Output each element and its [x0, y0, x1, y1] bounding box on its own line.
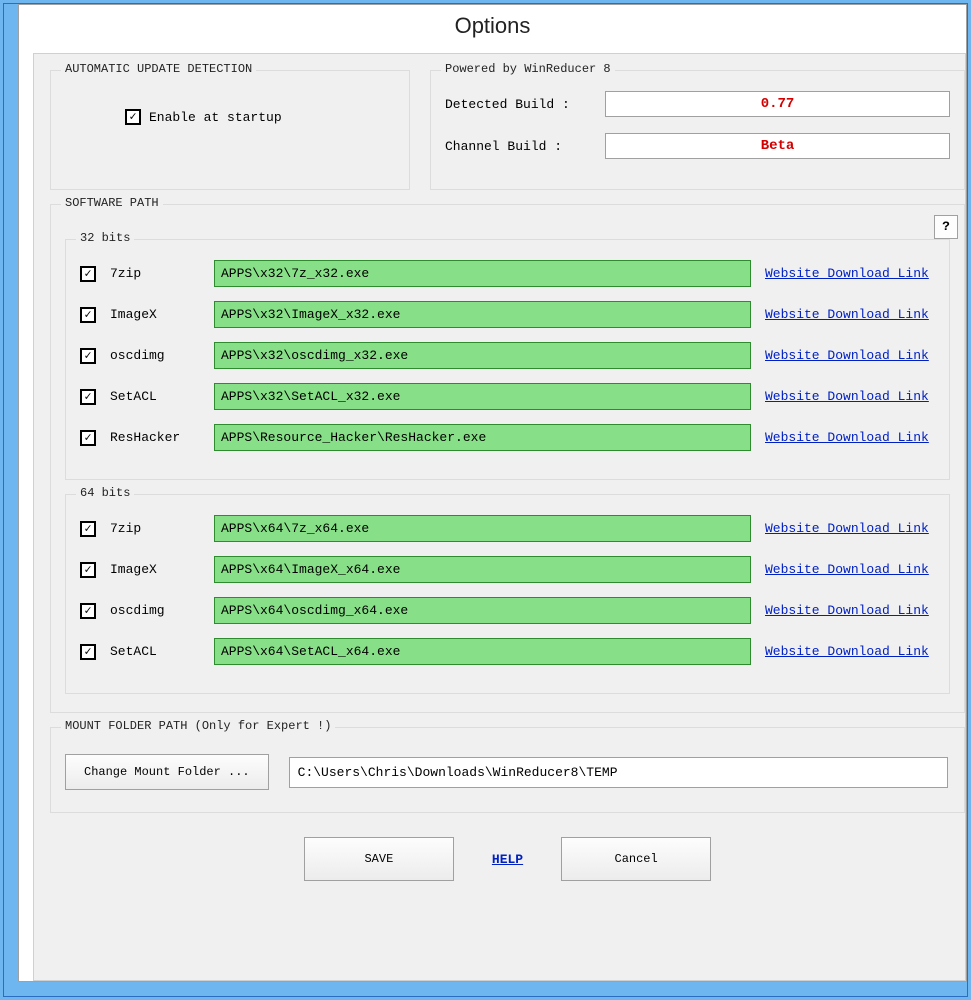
bits64-label: oscdimg	[110, 603, 200, 618]
software-path-group: SOFTWARE PATH ? 32 bits ✓7zipAPPS\x32\7z…	[50, 204, 965, 713]
change-mount-folder-button[interactable]: Change Mount Folder ...	[65, 754, 269, 790]
bits32-checkbox[interactable]: ✓	[80, 307, 96, 323]
bits32-path-input[interactable]: APPS\Resource_Hacker\ResHacker.exe	[214, 424, 751, 451]
dialog-buttons: SAVE HELP Cancel	[50, 837, 965, 881]
cancel-button[interactable]: Cancel	[561, 837, 711, 881]
download-link[interactable]: Website Download Link	[765, 603, 935, 618]
auto-update-group: AUTOMATIC UPDATE DETECTION ✓ Enable at s…	[50, 70, 410, 190]
window-frame: Options AUTOMATIC UPDATE DETECTION ✓ Ena…	[3, 3, 968, 997]
bits64-group: 64 bits ✓7zipAPPS\x64\7z_x64.exeWebsite …	[65, 494, 950, 694]
detected-build-value: 0.77	[605, 91, 950, 117]
bits64-checkbox[interactable]: ✓	[80, 644, 96, 660]
mount-folder-path[interactable]: C:\Users\Chris\Downloads\WinReducer8\TEM…	[289, 757, 948, 788]
download-link[interactable]: Website Download Link	[765, 521, 935, 536]
software-path-legend: SOFTWARE PATH	[61, 196, 163, 210]
bits32-row: ✓ 7zip APPS\x32\7z_x32.exe Website Download…	[80, 260, 935, 287]
bits32-label: oscdimg	[110, 348, 200, 363]
bits32-checkbox[interactable]: ✓	[80, 389, 96, 405]
client-area: Options AUTOMATIC UPDATE DETECTION ✓ Ena…	[18, 4, 967, 982]
options-panel: AUTOMATIC UPDATE DETECTION ✓ Enable at s…	[33, 53, 966, 981]
bits64-path-input[interactable]: APPS\x64\SetACL_x64.exe	[214, 638, 751, 665]
download-link[interactable]: Website Download Link	[765, 562, 935, 577]
bits32-row: ✓ oscdimg APPS\x32\oscdimg_x32.exe Website …	[80, 342, 935, 369]
bits64-label: ImageX	[110, 562, 200, 577]
bits32-label: ResHacker	[110, 430, 200, 445]
bits32-row: ✓ SetACL APPS\x32\SetACL_x32.exe Website Do…	[80, 383, 935, 410]
help-link[interactable]: HELP	[484, 852, 531, 867]
bits64-row: ✓ oscdimg APPS\x64\oscdimg_x64.exe Website …	[80, 597, 935, 624]
bits32-checkbox[interactable]: ✓	[80, 430, 96, 446]
bits32-label: 7zip	[110, 266, 200, 281]
bits32-path-input[interactable]: APPS\x32\ImageX_x32.exe	[214, 301, 751, 328]
download-link[interactable]: Website Download Link	[765, 307, 935, 322]
page-title: Options	[19, 5, 966, 45]
powered-legend: Powered by WinReducer 8	[441, 62, 615, 76]
mount-folder-legend: MOUNT FOLDER PATH (Only for Expert !)	[61, 719, 335, 733]
detected-build-label: Detected Build :	[445, 97, 605, 112]
download-link[interactable]: Website Download Link	[765, 266, 935, 281]
download-link[interactable]: Website Download Link	[765, 430, 935, 445]
bits32-path-input[interactable]: APPS\x32\oscdimg_x32.exe	[214, 342, 751, 369]
bits32-path-input[interactable]: APPS\x32\7z_x32.exe	[214, 260, 751, 287]
bits32-legend: 32 bits	[76, 231, 134, 245]
bits32-row: ✓ ImageX APPS\x32\ImageX_x32.exe Website Do…	[80, 301, 935, 328]
save-button[interactable]: SAVE	[304, 837, 454, 881]
bits64-path-input[interactable]: APPS\x64\7z_x64.exe	[214, 515, 751, 542]
bits64-path-input[interactable]: APPS\x64\oscdimg_x64.exe	[214, 597, 751, 624]
bits64-path-input[interactable]: APPS\x64\ImageX_x64.exe	[214, 556, 751, 583]
mount-folder-group: MOUNT FOLDER PATH (Only for Expert !) Ch…	[50, 727, 965, 813]
download-link[interactable]: Website Download Link	[765, 644, 935, 659]
channel-build-value: Beta	[605, 133, 950, 159]
bits64-checkbox[interactable]: ✓	[80, 603, 96, 619]
help-button[interactable]: ?	[934, 215, 958, 239]
download-link[interactable]: Website Download Link	[765, 389, 935, 404]
bits64-row: ✓ ImageX APPS\x64\ImageX_x64.exe Website Do…	[80, 556, 935, 583]
bits32-checkbox[interactable]: ✓	[80, 348, 96, 364]
bits64-checkbox[interactable]: ✓	[80, 562, 96, 578]
enable-startup-checkbox[interactable]: ✓	[125, 109, 141, 125]
bits64-checkbox[interactable]: ✓	[80, 521, 96, 537]
bits32-label: SetACL	[110, 389, 200, 404]
bits64-label: 7zip	[110, 521, 200, 536]
bits32-group: 32 bits ✓7zipAPPS\x32\7z_x32.exeWebsite …	[65, 239, 950, 480]
download-link[interactable]: Website Download Link	[765, 348, 935, 363]
bits32-path-input[interactable]: APPS\x32\SetACL_x32.exe	[214, 383, 751, 410]
bits32-label: ImageX	[110, 307, 200, 322]
bits32-checkbox[interactable]: ✓	[80, 266, 96, 282]
bits64-label: SetACL	[110, 644, 200, 659]
enable-startup-label: Enable at startup	[149, 110, 282, 125]
bits32-row: ✓ ResHacker APPS\Resource_Hacker\ResHacker…	[80, 424, 935, 451]
bits64-legend: 64 bits	[76, 486, 134, 500]
bits64-row: ✓ 7zip APPS\x64\7z_x64.exe Website Download…	[80, 515, 935, 542]
auto-update-legend: AUTOMATIC UPDATE DETECTION	[61, 62, 256, 76]
powered-group: Powered by WinReducer 8 Detected Build :…	[430, 70, 965, 190]
bits64-row: ✓ SetACL APPS\x64\SetACL_x64.exe Website Do…	[80, 638, 935, 665]
channel-build-label: Channel Build :	[445, 139, 605, 154]
